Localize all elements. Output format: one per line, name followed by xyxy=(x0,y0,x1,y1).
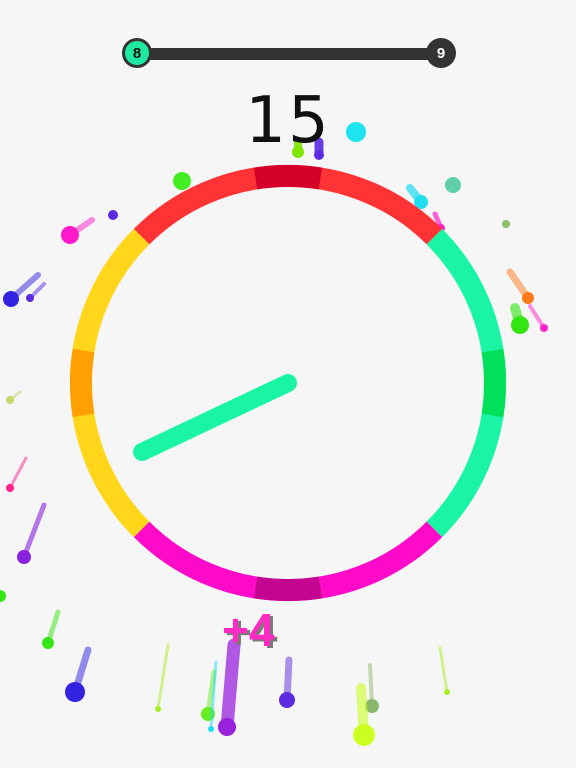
paint-drop xyxy=(173,172,191,190)
paint-drop xyxy=(155,706,161,712)
paint-drop xyxy=(445,177,461,193)
paint-drop xyxy=(208,726,214,732)
paint-drop-trail xyxy=(220,638,241,734)
paint-drop xyxy=(17,550,31,564)
level-progress-bar: 8 9 xyxy=(122,38,456,68)
paint-drop xyxy=(218,718,236,736)
bonus-points-popup: +4 xyxy=(222,604,275,656)
paint-drop xyxy=(540,324,548,332)
paint-drop-trail xyxy=(156,643,170,711)
paint-drop xyxy=(65,682,85,702)
paint-drop xyxy=(511,316,529,334)
wheel-segment-yellow-center xyxy=(69,348,95,418)
level-progress-track xyxy=(136,48,442,60)
paint-drop xyxy=(502,220,510,228)
current-level-number: 8 xyxy=(132,44,142,62)
paint-drop xyxy=(108,210,118,220)
paint-drop-trail xyxy=(21,502,47,560)
paint-drop-trail xyxy=(438,646,449,694)
wheel-segment-magenta-center xyxy=(253,576,323,602)
next-level-number: 9 xyxy=(436,44,446,62)
paint-drop xyxy=(353,724,375,746)
paint-drop xyxy=(0,590,6,602)
paint-drop-trail xyxy=(8,456,28,490)
next-level-badge: 9 xyxy=(426,38,456,68)
paint-drop xyxy=(26,294,34,302)
paint-drop xyxy=(6,484,14,492)
score-counter: 15 xyxy=(245,84,331,158)
paint-drop xyxy=(279,692,295,708)
rotating-needle xyxy=(133,374,297,461)
paint-drop xyxy=(444,689,450,695)
paint-drop xyxy=(6,396,14,404)
paint-drop xyxy=(522,292,534,304)
current-level-badge: 8 xyxy=(122,38,152,68)
wheel-segment-red-center xyxy=(253,164,323,190)
paint-drop xyxy=(42,637,54,649)
paint-drop xyxy=(61,226,79,244)
wheel-segment-green-center xyxy=(481,348,507,418)
game-screen[interactable]: 8 9 15 +4 xyxy=(0,0,576,768)
paint-drop xyxy=(3,291,19,307)
